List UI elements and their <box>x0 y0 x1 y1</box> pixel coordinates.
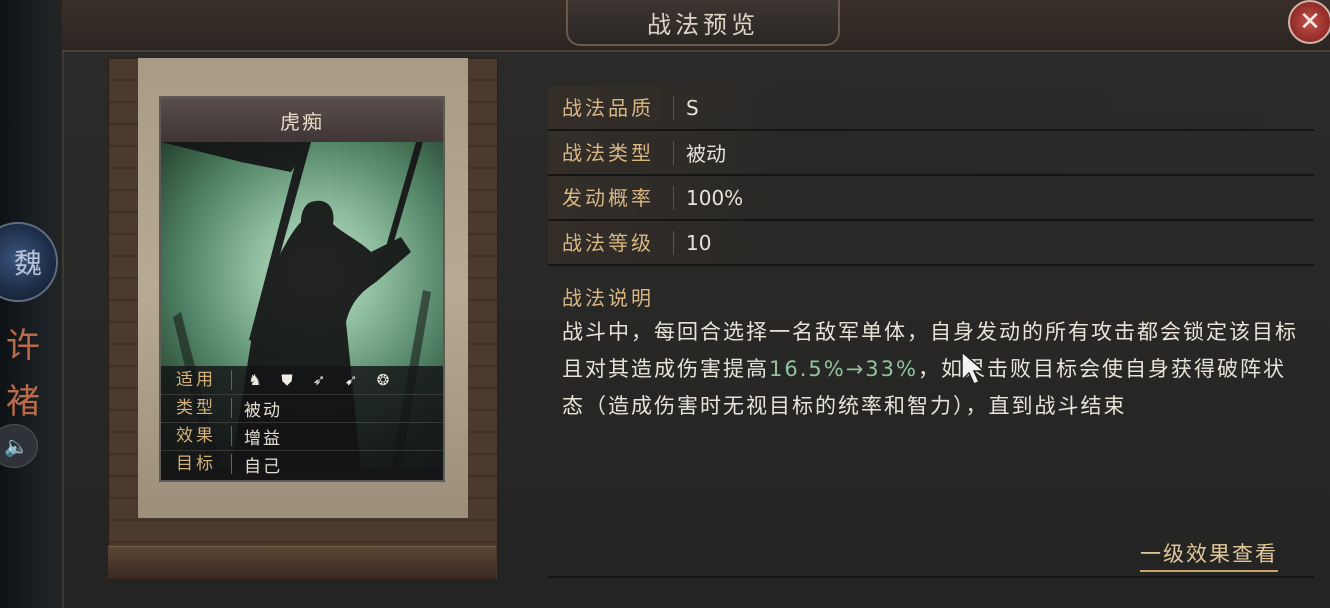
close-icon[interactable]: ✕ <box>1288 0 1330 44</box>
attr-row-rate: 发动概率 100% <box>548 176 1314 221</box>
attr-value: 被动 <box>686 142 726 166</box>
description-text: 战斗中，每回合选择一名敌军单体，自身发动的所有攻击都会锁定该目标且对其造成伤害提… <box>562 314 1302 425</box>
scroll-rod <box>108 546 496 579</box>
card-row-effect: 效果 增益 <box>161 422 443 451</box>
troop-icons: ♞ ⛊ ➶ ➹ ❂ <box>232 369 394 391</box>
card-row-target: 目标 自己 <box>161 450 443 478</box>
card-row-label: 类型 <box>161 398 232 418</box>
attr-row-level: 战法等级 10 <box>548 221 1314 266</box>
attr-value: 100% <box>686 185 744 210</box>
attr-value: 10 <box>686 230 712 255</box>
card-row-label: 适用 <box>161 370 232 390</box>
shield-icon: ⛊ <box>281 371 293 389</box>
page-title: 战法预览 <box>566 0 840 46</box>
siege-wheel-icon: ❂ <box>376 371 390 389</box>
attr-value: S <box>686 95 699 120</box>
mouse-cursor-icon <box>961 350 986 385</box>
attr-label: 战法等级 <box>548 230 674 255</box>
description-box: 战法说明 战斗中，每回合选择一名敌军单体，自身发动的所有攻击都会锁定该目标且对其… <box>548 270 1314 578</box>
card-row-value: 被动 <box>244 400 282 421</box>
bow-icon: ➶ <box>312 371 326 389</box>
skill-card: 虎痴 适用 ♞ ⛊ ➶ ➹ ❂ 类型 被动 效果 增益 目标 自己 <box>159 96 445 482</box>
attr-label: 战法品质 <box>548 95 674 120</box>
general-name: 许褚 <box>6 326 40 422</box>
card-row-troops: 适用 ♞ ⛊ ➶ ➹ ❂ <box>161 366 443 395</box>
card-row-type: 类型 被动 <box>161 394 443 423</box>
map-background <box>0 0 70 608</box>
attr-label: 发动概率 <box>548 185 674 210</box>
attr-row-quality: 战法品质 S <box>548 86 1314 131</box>
card-row-value: 自己 <box>244 456 282 477</box>
card-row-value: 增益 <box>244 428 282 449</box>
description-title: 战法说明 <box>562 286 654 310</box>
card-info: 适用 ♞ ⛊ ➶ ➹ ❂ 类型 被动 效果 增益 目标 自己 <box>161 366 443 480</box>
faction-label: 魏 <box>13 247 42 280</box>
damage-bonus-value: 16.5%→33% <box>769 357 918 381</box>
attr-row-type: 战法类型 被动 <box>548 131 1314 176</box>
level-one-effect-link[interactable]: 一级效果查看 <box>1140 538 1278 572</box>
spear-icon: ➹ <box>344 371 358 389</box>
card-row-label: 效果 <box>161 426 232 446</box>
cavalry-icon: ♞ <box>248 371 262 389</box>
card-row-label: 目标 <box>161 454 232 474</box>
attr-label: 战法类型 <box>548 140 674 165</box>
card-title: 虎痴 <box>161 98 443 143</box>
